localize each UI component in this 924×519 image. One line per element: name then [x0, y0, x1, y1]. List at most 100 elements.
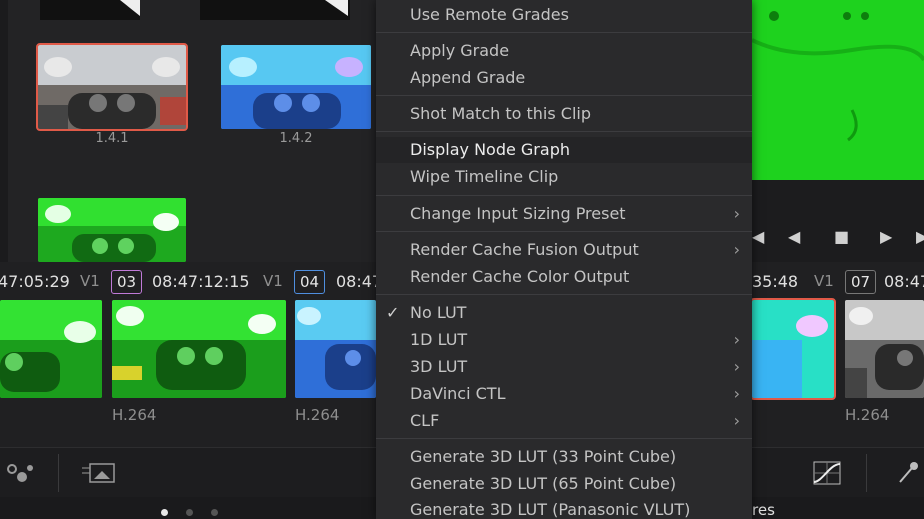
menu-item-label: Generate 3D LUT (33 Point Cube) — [410, 447, 677, 466]
toolbar-divider — [58, 454, 59, 492]
menu-item-label: Display Node Graph — [410, 140, 570, 159]
menu-item-shot-match[interactable]: Shot Match to this Clip — [376, 101, 752, 127]
menu-item-clf[interactable]: CLF › — [376, 408, 752, 434]
menu-item-label: Render Cache Fusion Output — [410, 240, 639, 259]
menu-separator — [376, 231, 752, 232]
timeline-clip[interactable] — [845, 300, 924, 398]
menu-separator — [376, 95, 752, 96]
menu-separator — [376, 438, 752, 439]
page-dot[interactable] — [211, 509, 218, 516]
clip-thumbnail — [112, 300, 286, 398]
menu-separator — [376, 131, 752, 132]
clip-thumbnail — [0, 300, 102, 398]
gallery-still[interactable] — [221, 45, 371, 129]
menu-item-label: Use Remote Grades — [410, 5, 569, 24]
menu-item-no-lut[interactable]: ✓ No LUT — [376, 300, 752, 326]
menu-item-label: DaVinci CTL — [410, 384, 506, 403]
eyedropper-icon[interactable] — [896, 460, 920, 486]
menu-item-label: Apply Grade — [410, 41, 510, 60]
menu-item-label: Change Input Sizing Preset — [410, 204, 626, 223]
timeline-clip[interactable] — [295, 300, 376, 398]
track-label: V1 — [814, 272, 834, 290]
still-label: 1.4.2 — [279, 131, 313, 146]
submenu-arrow-icon: › — [733, 330, 740, 349]
toolbar-divider — [866, 454, 867, 492]
menu-item-davinci-ctl[interactable]: DaVinci CTL › — [376, 381, 752, 407]
transport-controls: ◀ ◀ ■ ▶ ▶ — [752, 180, 924, 262]
clip-codec: H.264 — [295, 406, 340, 424]
timeline-clip[interactable] — [112, 300, 286, 398]
next-frame-icon[interactable]: ▶ — [916, 227, 924, 246]
gallery-panel: 1.4.1 1.4.2 — [0, 0, 376, 262]
clapper-icon — [325, 0, 348, 16]
menu-item-label: Shot Match to this Clip — [410, 104, 591, 123]
still-label: 1.4.1 — [95, 131, 129, 146]
still-thumbnail — [38, 198, 186, 262]
page-dot-active[interactable] — [161, 509, 168, 516]
timeline-clip[interactable] — [0, 300, 102, 398]
menu-item-change-input-sizing-preset[interactable]: Change Input Sizing Preset › — [376, 201, 752, 227]
gallery-still-partial[interactable] — [40, 0, 140, 20]
still-thumbnail — [221, 45, 371, 129]
timeline-clip[interactable] — [750, 298, 836, 400]
submenu-arrow-icon: › — [733, 240, 740, 259]
menu-item-label: 3D LUT — [410, 357, 468, 376]
stop-icon[interactable]: ■ — [834, 227, 849, 246]
menu-item-generate-3d-lut-33[interactable]: Generate 3D LUT (33 Point Cube) — [376, 444, 752, 470]
menu-item-append-grade[interactable]: Append Grade — [376, 65, 752, 91]
page-dot[interactable] — [186, 509, 193, 516]
menu-item-generate-3d-lut-65[interactable]: Generate 3D LUT (65 Point Cube) — [376, 471, 752, 497]
menu-item-label: Render Cache Color Output — [410, 267, 630, 286]
clip-number-badge: 04 — [294, 270, 326, 294]
gallery-still-partial[interactable] — [200, 0, 350, 20]
menu-item-label: Generate 3D LUT (65 Point Cube) — [410, 474, 677, 493]
submenu-arrow-icon: › — [733, 357, 740, 376]
panel-label-partial: res — [752, 501, 775, 519]
menu-item-generate-3d-lut-vlut[interactable]: Generate 3D LUT (Panasonic VLUT) — [376, 497, 752, 519]
still-thumbnail — [38, 45, 186, 129]
menu-item-label: Append Grade — [410, 68, 526, 87]
menu-item-3d-lut[interactable]: 3D LUT › — [376, 354, 752, 380]
menu-item-wipe-timeline-clip[interactable]: Wipe Timeline Clip — [376, 164, 752, 190]
reverse-play-icon[interactable]: ◀ — [788, 227, 800, 246]
gallery-sidebar-strip — [0, 0, 8, 262]
clip-thumbnail — [845, 300, 924, 398]
submenu-arrow-icon: › — [733, 411, 740, 430]
menu-item-label: No LUT — [410, 303, 467, 322]
menu-item-label: Wipe Timeline Clip — [410, 167, 559, 186]
play-icon[interactable]: ▶ — [880, 227, 892, 246]
clip-timecode: 08:47 — [884, 272, 924, 291]
clip-codec: H.264 — [112, 406, 157, 424]
clip-thumbnail — [295, 300, 376, 398]
viewer-image — [752, 0, 924, 180]
track-label: V1 — [263, 272, 283, 290]
menu-item-use-remote-grades[interactable]: Use Remote Grades — [376, 2, 752, 28]
menu-item-label: CLF — [410, 411, 440, 430]
track-label: V1 — [80, 272, 100, 290]
node-icon[interactable] — [4, 461, 34, 485]
menu-item-display-node-graph[interactable]: Display Node Graph — [376, 137, 752, 163]
clapper-icon — [120, 0, 140, 16]
menu-separator — [376, 32, 752, 33]
menu-item-1d-lut[interactable]: 1D LUT › — [376, 327, 752, 353]
menu-separator — [376, 294, 752, 295]
menu-item-render-cache-color-output[interactable]: Render Cache Color Output — [376, 264, 752, 290]
clip-timecode: 35:48 — [752, 272, 799, 291]
clip-codec: H.264 — [845, 406, 890, 424]
clip-thumbnail — [752, 300, 834, 398]
submenu-arrow-icon: › — [733, 384, 740, 403]
menu-item-label: Generate 3D LUT (Panasonic VLUT) — [410, 500, 691, 519]
gallery-still[interactable] — [38, 198, 186, 262]
checkmark-icon: ✓ — [386, 303, 400, 322]
context-menu: Use Remote Grades Apply Grade Append Gra… — [376, 0, 752, 519]
previous-frame-icon[interactable]: ◀ — [752, 227, 764, 246]
viewer[interactable] — [752, 0, 924, 180]
curves-icon[interactable] — [812, 460, 842, 486]
image-wipe-icon[interactable] — [82, 462, 116, 484]
clip-number-badge: 07 — [845, 270, 877, 294]
menu-item-label: 1D LUT — [410, 330, 468, 349]
menu-item-apply-grade[interactable]: Apply Grade — [376, 38, 752, 64]
gallery-still[interactable] — [36, 43, 188, 131]
clip-timecode: 47:05:29 — [0, 272, 70, 291]
menu-item-render-cache-fusion-output[interactable]: Render Cache Fusion Output › — [376, 237, 752, 263]
